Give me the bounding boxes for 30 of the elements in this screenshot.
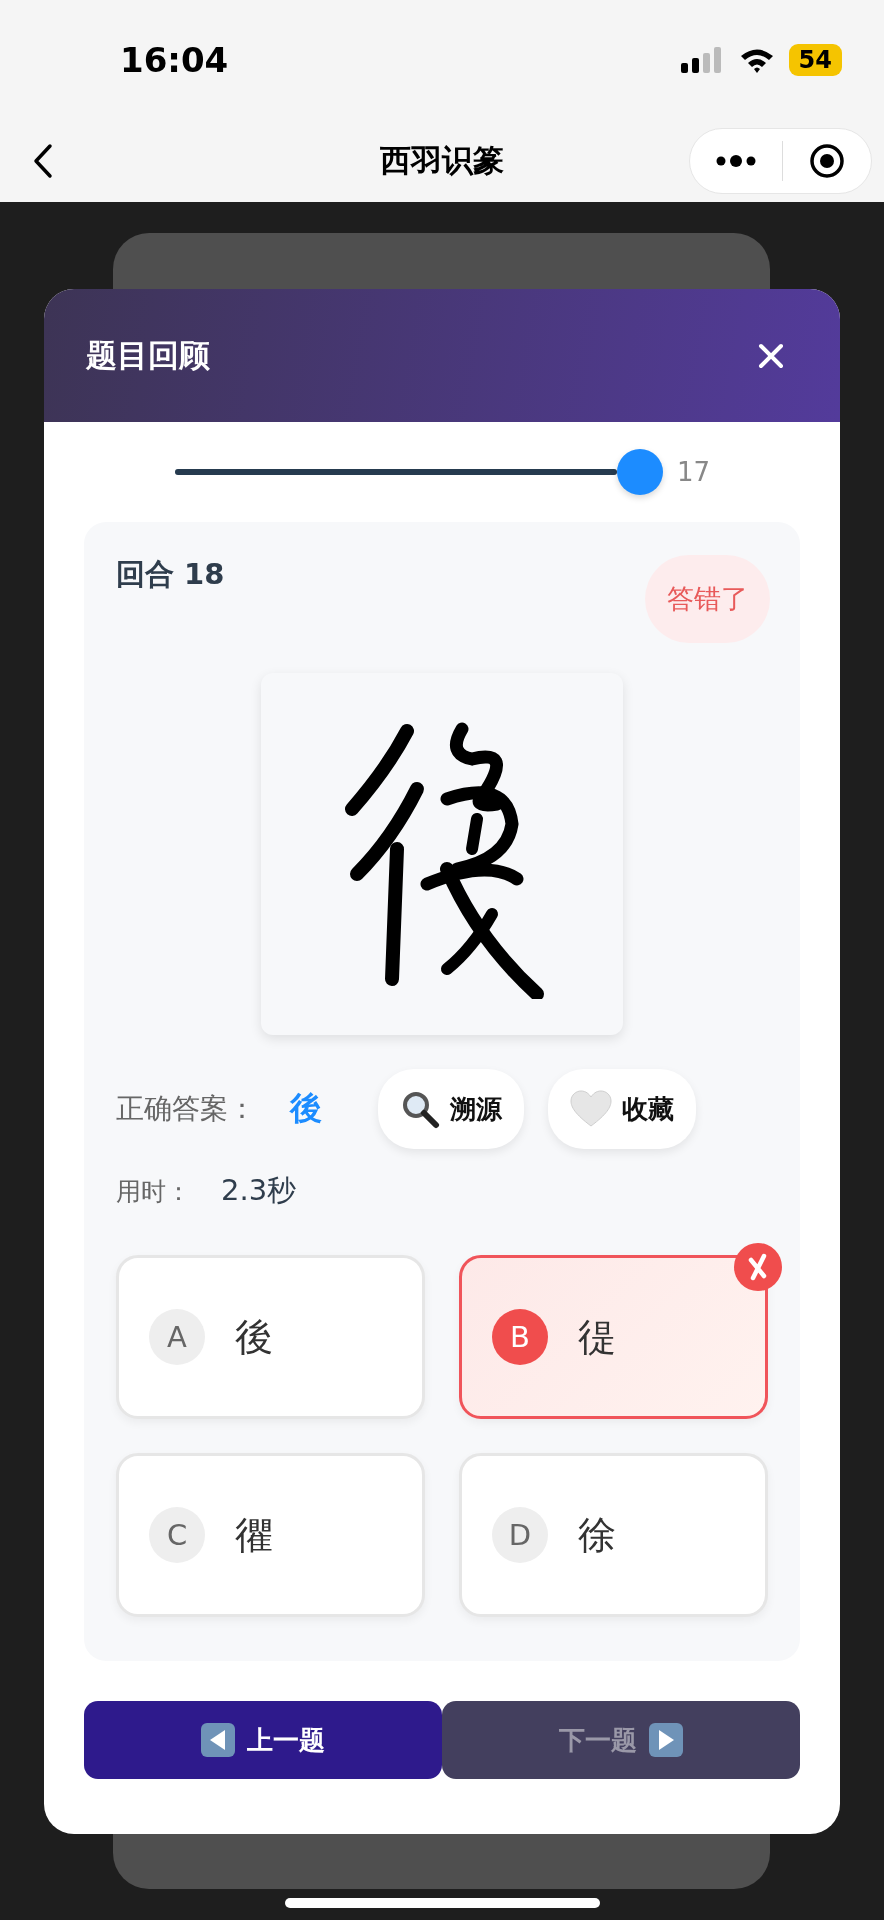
- back-icon[interactable]: [32, 143, 54, 179]
- dialog-title: 题目回顾: [86, 335, 210, 375]
- slider-thumb[interactable]: [617, 449, 663, 495]
- round-label: 回合 18: [116, 556, 225, 593]
- option-letter: B: [492, 1309, 548, 1365]
- slider-value: 17: [677, 457, 711, 487]
- cross-icon: [734, 1243, 782, 1291]
- option-button[interactable]: A 後: [116, 1255, 425, 1419]
- page-title: 西羽识篆: [379, 141, 505, 180]
- favorite-button[interactable]: 收藏: [548, 1069, 696, 1149]
- correct-answer-label: 正确答案：: [116, 1091, 256, 1127]
- previous-button[interactable]: 上一题: [84, 1701, 442, 1779]
- option-letter: A: [149, 1309, 205, 1365]
- option-button[interactable]: B 徥: [459, 1255, 768, 1419]
- target-icon[interactable]: [809, 143, 845, 179]
- result-badge: 答错了: [645, 555, 770, 643]
- heart-icon: [570, 1090, 612, 1128]
- time-label: 用时：: [116, 1175, 191, 1208]
- time-value: 2.3秒: [221, 1172, 297, 1209]
- option-letter: C: [149, 1507, 205, 1563]
- option-letter: D: [492, 1507, 548, 1563]
- more-icon[interactable]: [716, 155, 756, 167]
- status-time: 16:04: [120, 40, 229, 80]
- correct-answer: 後: [290, 1088, 322, 1129]
- magnifier-icon: [400, 1089, 440, 1129]
- battery-indicator: 54: [788, 44, 842, 76]
- trace-button[interactable]: 溯源: [378, 1069, 524, 1149]
- option-button[interactable]: D 徐: [459, 1453, 768, 1617]
- option-button[interactable]: C 忂: [116, 1453, 425, 1617]
- close-icon[interactable]: [758, 342, 784, 369]
